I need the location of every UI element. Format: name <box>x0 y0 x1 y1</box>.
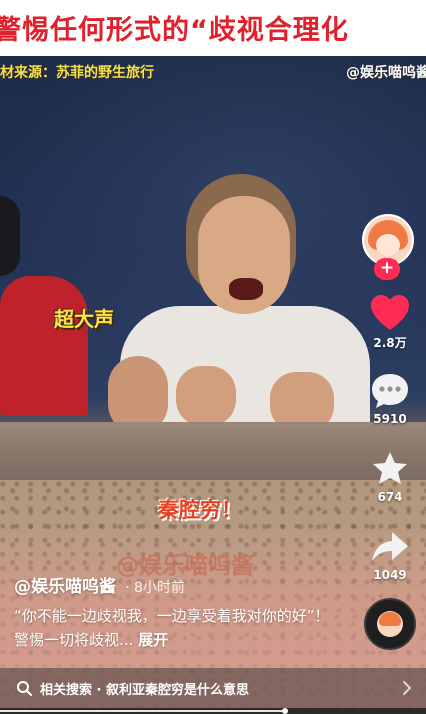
related-search-separator: · <box>92 682 107 698</box>
heart-icon <box>371 295 409 330</box>
headline-banner: 警惕任何形式的“歧视合理化 <box>0 0 426 52</box>
related-search-text: 相关搜索 · 叙利亚秦腔穷是什么意思 <box>40 679 249 698</box>
author-name[interactable]: @娱乐喵呜酱 <box>14 577 116 597</box>
share-button[interactable]: 1049 <box>360 528 420 582</box>
comment-icon <box>372 374 408 408</box>
video-figure-left-head <box>0 196 20 276</box>
search-icon <box>17 681 32 696</box>
playback-progress-bar[interactable] <box>0 708 426 714</box>
related-search-bar[interactable]: 相关搜索 · 叙利亚秦腔穷是什么意思 <box>0 668 426 708</box>
avatar-face <box>376 234 400 256</box>
playback-scrubber[interactable] <box>282 708 289 714</box>
video-figure-hand-left <box>176 366 236 426</box>
favorite-count: 674 <box>377 490 403 504</box>
comment-button[interactable]: 5910 <box>360 372 420 426</box>
like-count: 2.8万 <box>373 336 407 350</box>
video-figure-mouth <box>229 278 263 300</box>
chevron-right-icon <box>403 681 411 695</box>
sticker-main: 秦腔穷！ <box>158 498 242 522</box>
music-disc[interactable] <box>364 598 416 650</box>
expand-link[interactable]: 展开 <box>138 631 168 649</box>
comment-count: 5910 <box>373 412 407 426</box>
related-search-query: 叙利亚秦腔穷是什么意思 <box>106 682 250 698</box>
source-caption: 材来源：苏菲的野生旅行 <box>0 65 154 81</box>
follow-button[interactable]: + <box>374 258 400 280</box>
post-description-text: “你不能一边歧视我，一边享受着我对你的好”！警惕一切将歧视... <box>14 607 330 649</box>
playback-progress-fill <box>0 710 286 712</box>
share-count: 1049 <box>373 568 407 582</box>
video-figure-left <box>0 276 88 416</box>
star-icon <box>373 452 407 484</box>
post-description: “你不能一边歧视我，一边享受着我对你的好”！警惕一切将歧视... 展开 <box>14 604 344 652</box>
channel-watermark: @娱乐喵呜酱 <box>346 65 426 81</box>
sticker-loud: 超大声 <box>54 307 114 331</box>
author-line: @娱乐喵呜酱 · 8小时前 <box>14 572 185 597</box>
headline-text: 警惕任何形式的“歧视合理化 <box>0 15 349 46</box>
like-button[interactable]: 2.8万 <box>360 294 420 351</box>
music-disc-cover <box>377 611 403 637</box>
favorite-button[interactable]: 674 <box>360 450 420 504</box>
share-arrow-icon <box>372 532 408 561</box>
related-search-prefix: 相关搜索 <box>40 682 93 698</box>
post-time: · 8小时前 <box>125 580 185 596</box>
music-disc-art <box>379 612 401 626</box>
